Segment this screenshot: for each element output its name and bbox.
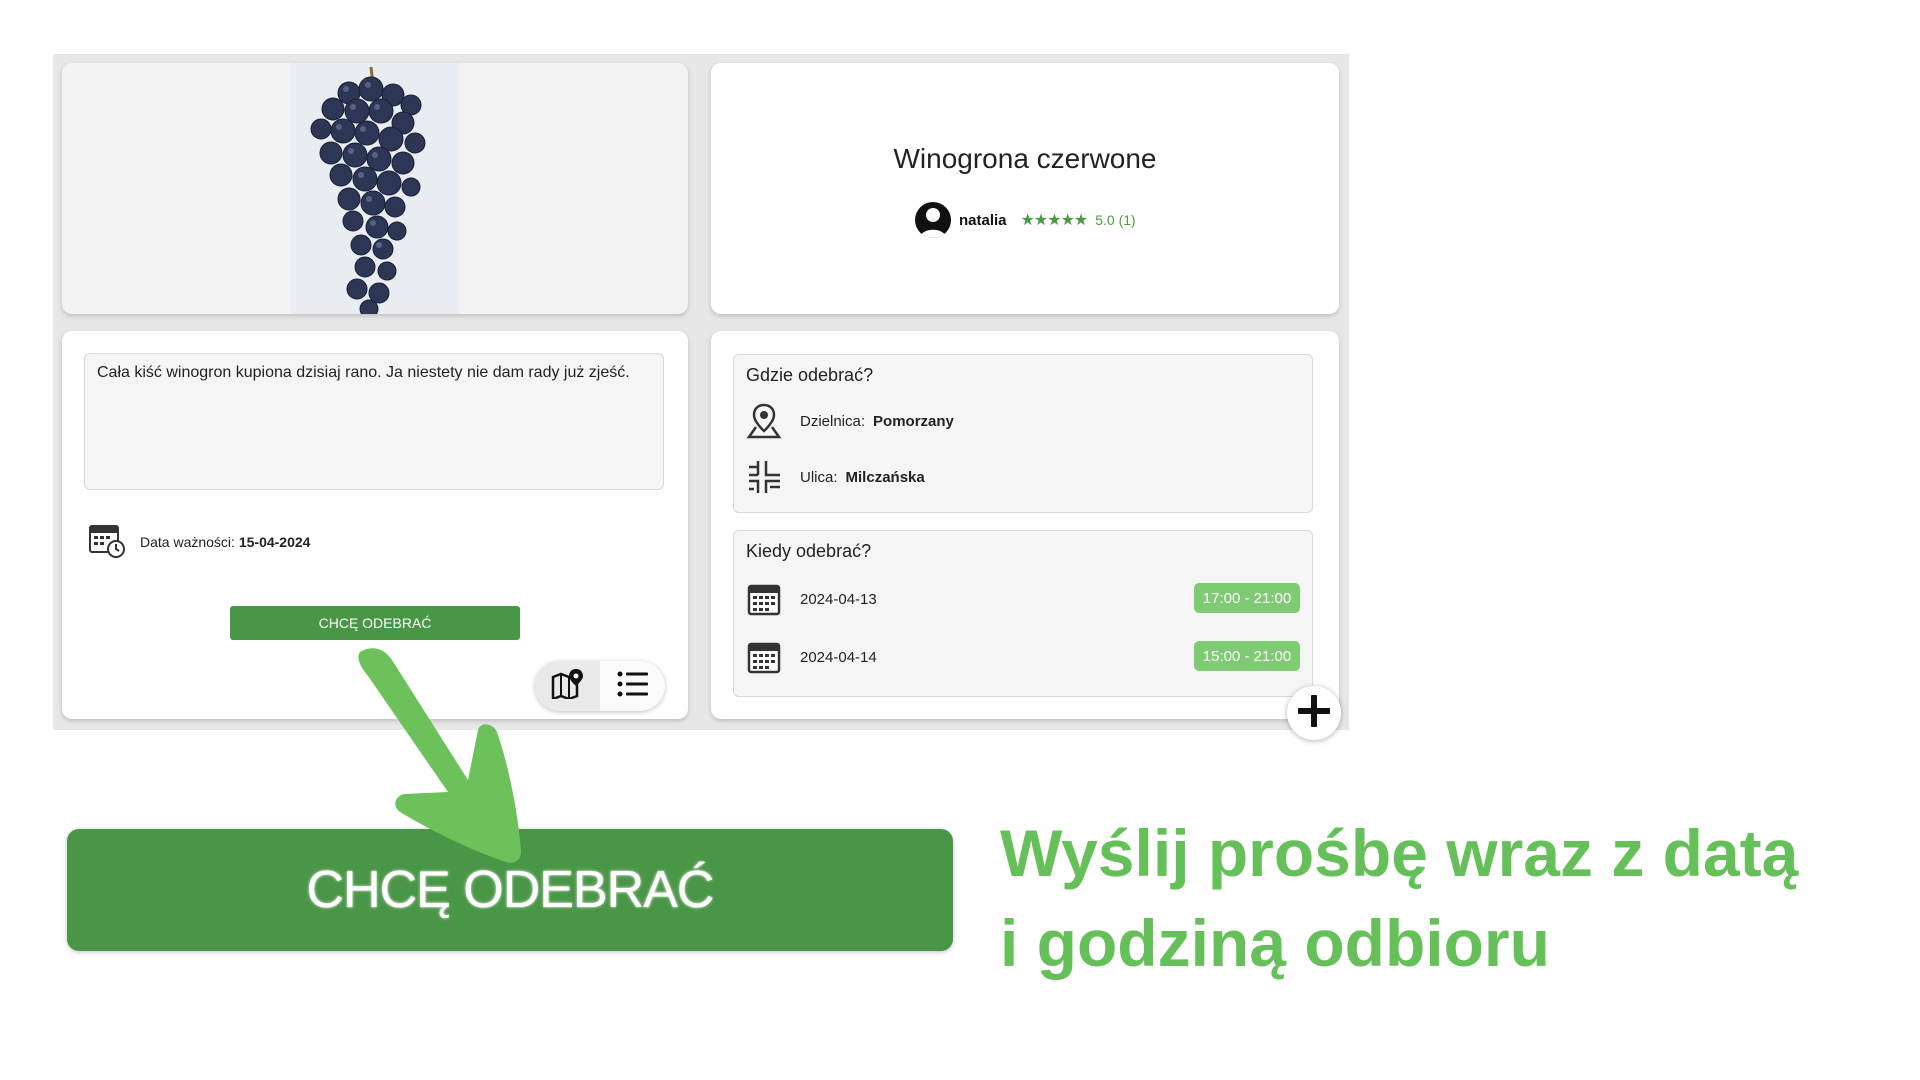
map-view-icon	[551, 668, 585, 704]
slot-time-badge[interactable]: 15:00 - 21:00	[1194, 641, 1300, 671]
calendar-icon	[746, 581, 782, 617]
map-pin-icon	[746, 403, 782, 439]
slot-date: 2024-04-13	[800, 590, 877, 608]
view-toggle	[535, 661, 665, 711]
expiry-date: Data ważności: 15-04-2024	[140, 534, 310, 550]
description-card: Cała kiść winogron kupiona dzisiaj rano.…	[62, 331, 688, 719]
promo-caption: Wyślij prośbę wraz z datą i godziną odbi…	[1000, 808, 1900, 988]
product-photo-card	[62, 63, 688, 314]
product-photo	[291, 63, 459, 314]
promo-caption-line2: i godziną odbioru	[1000, 906, 1550, 980]
product-title-card: Winogrona czerwone natalia ★★★★★ 5.0 (1)	[711, 63, 1339, 314]
expiry-label: Data ważności:	[140, 533, 235, 550]
product-title: Winogrona czerwone	[893, 143, 1157, 174]
slot-date: 2024-04-14	[800, 648, 877, 666]
avatar-icon[interactable]	[915, 202, 951, 238]
rating-value: 5.0 (1)	[1095, 212, 1136, 228]
street-grid-icon	[746, 459, 782, 495]
add-time-button[interactable]	[1287, 686, 1341, 740]
pickup-location-panel: Gdzie odebrać? Dzielnica: Pomorzany Ulic…	[733, 354, 1313, 513]
calendar-icon	[746, 639, 782, 675]
list-view-icon	[616, 669, 650, 704]
street-value: Milczańska	[845, 468, 925, 486]
description-text: Cała kiść winogron kupiona dzisiaj rano.…	[84, 353, 664, 490]
promo-caption-line1: Wyślij prośbę wraz z datą	[1000, 816, 1799, 890]
pickup-card: Gdzie odebrać? Dzielnica: Pomorzany Ulic…	[711, 331, 1339, 719]
list-view-button[interactable]	[600, 661, 665, 711]
plus-icon	[1294, 691, 1334, 736]
star-rating-icon: ★★★★★	[1020, 212, 1089, 229]
pickup-location-title: Gdzie odebrać?	[746, 365, 874, 385]
street-row: Ulica: Milczańska	[746, 459, 925, 495]
claim-button[interactable]: CHCĘ ODEBRAĆ	[230, 606, 520, 640]
district-value: Pomorzany	[873, 412, 954, 430]
pickup-time-title: Kiedy odebrać?	[746, 541, 872, 561]
grapes-image	[310, 66, 426, 314]
expiry-value: 15-04-2024	[238, 533, 311, 550]
time-slot-row[interactable]: 2024-04-14	[746, 639, 877, 675]
calendar-clock-icon	[88, 521, 126, 562]
seller-name[interactable]: natalia	[959, 212, 1007, 229]
pickup-time-panel: Kiedy odebrać? 2024-04-13 17:00 - 21:00 …	[733, 530, 1313, 697]
slot-time-badge[interactable]: 17:00 - 21:00	[1194, 583, 1300, 613]
expiry-row: Data ważności: 15-04-2024	[88, 521, 310, 562]
map-view-button[interactable]	[535, 661, 600, 711]
offer-screenshot-frame: Winogrona czerwone natalia ★★★★★ 5.0 (1)…	[53, 54, 1349, 730]
claim-button-large[interactable]: CHCĘ ODEBRAĆ	[67, 829, 953, 951]
district-label: Dzielnica:	[800, 412, 866, 430]
street-label: Ulica:	[800, 468, 838, 486]
seller-info: natalia ★★★★★ 5.0 (1)	[915, 202, 1136, 238]
time-slot-row[interactable]: 2024-04-13	[746, 581, 877, 617]
district-row: Dzielnica: Pomorzany	[746, 403, 954, 439]
